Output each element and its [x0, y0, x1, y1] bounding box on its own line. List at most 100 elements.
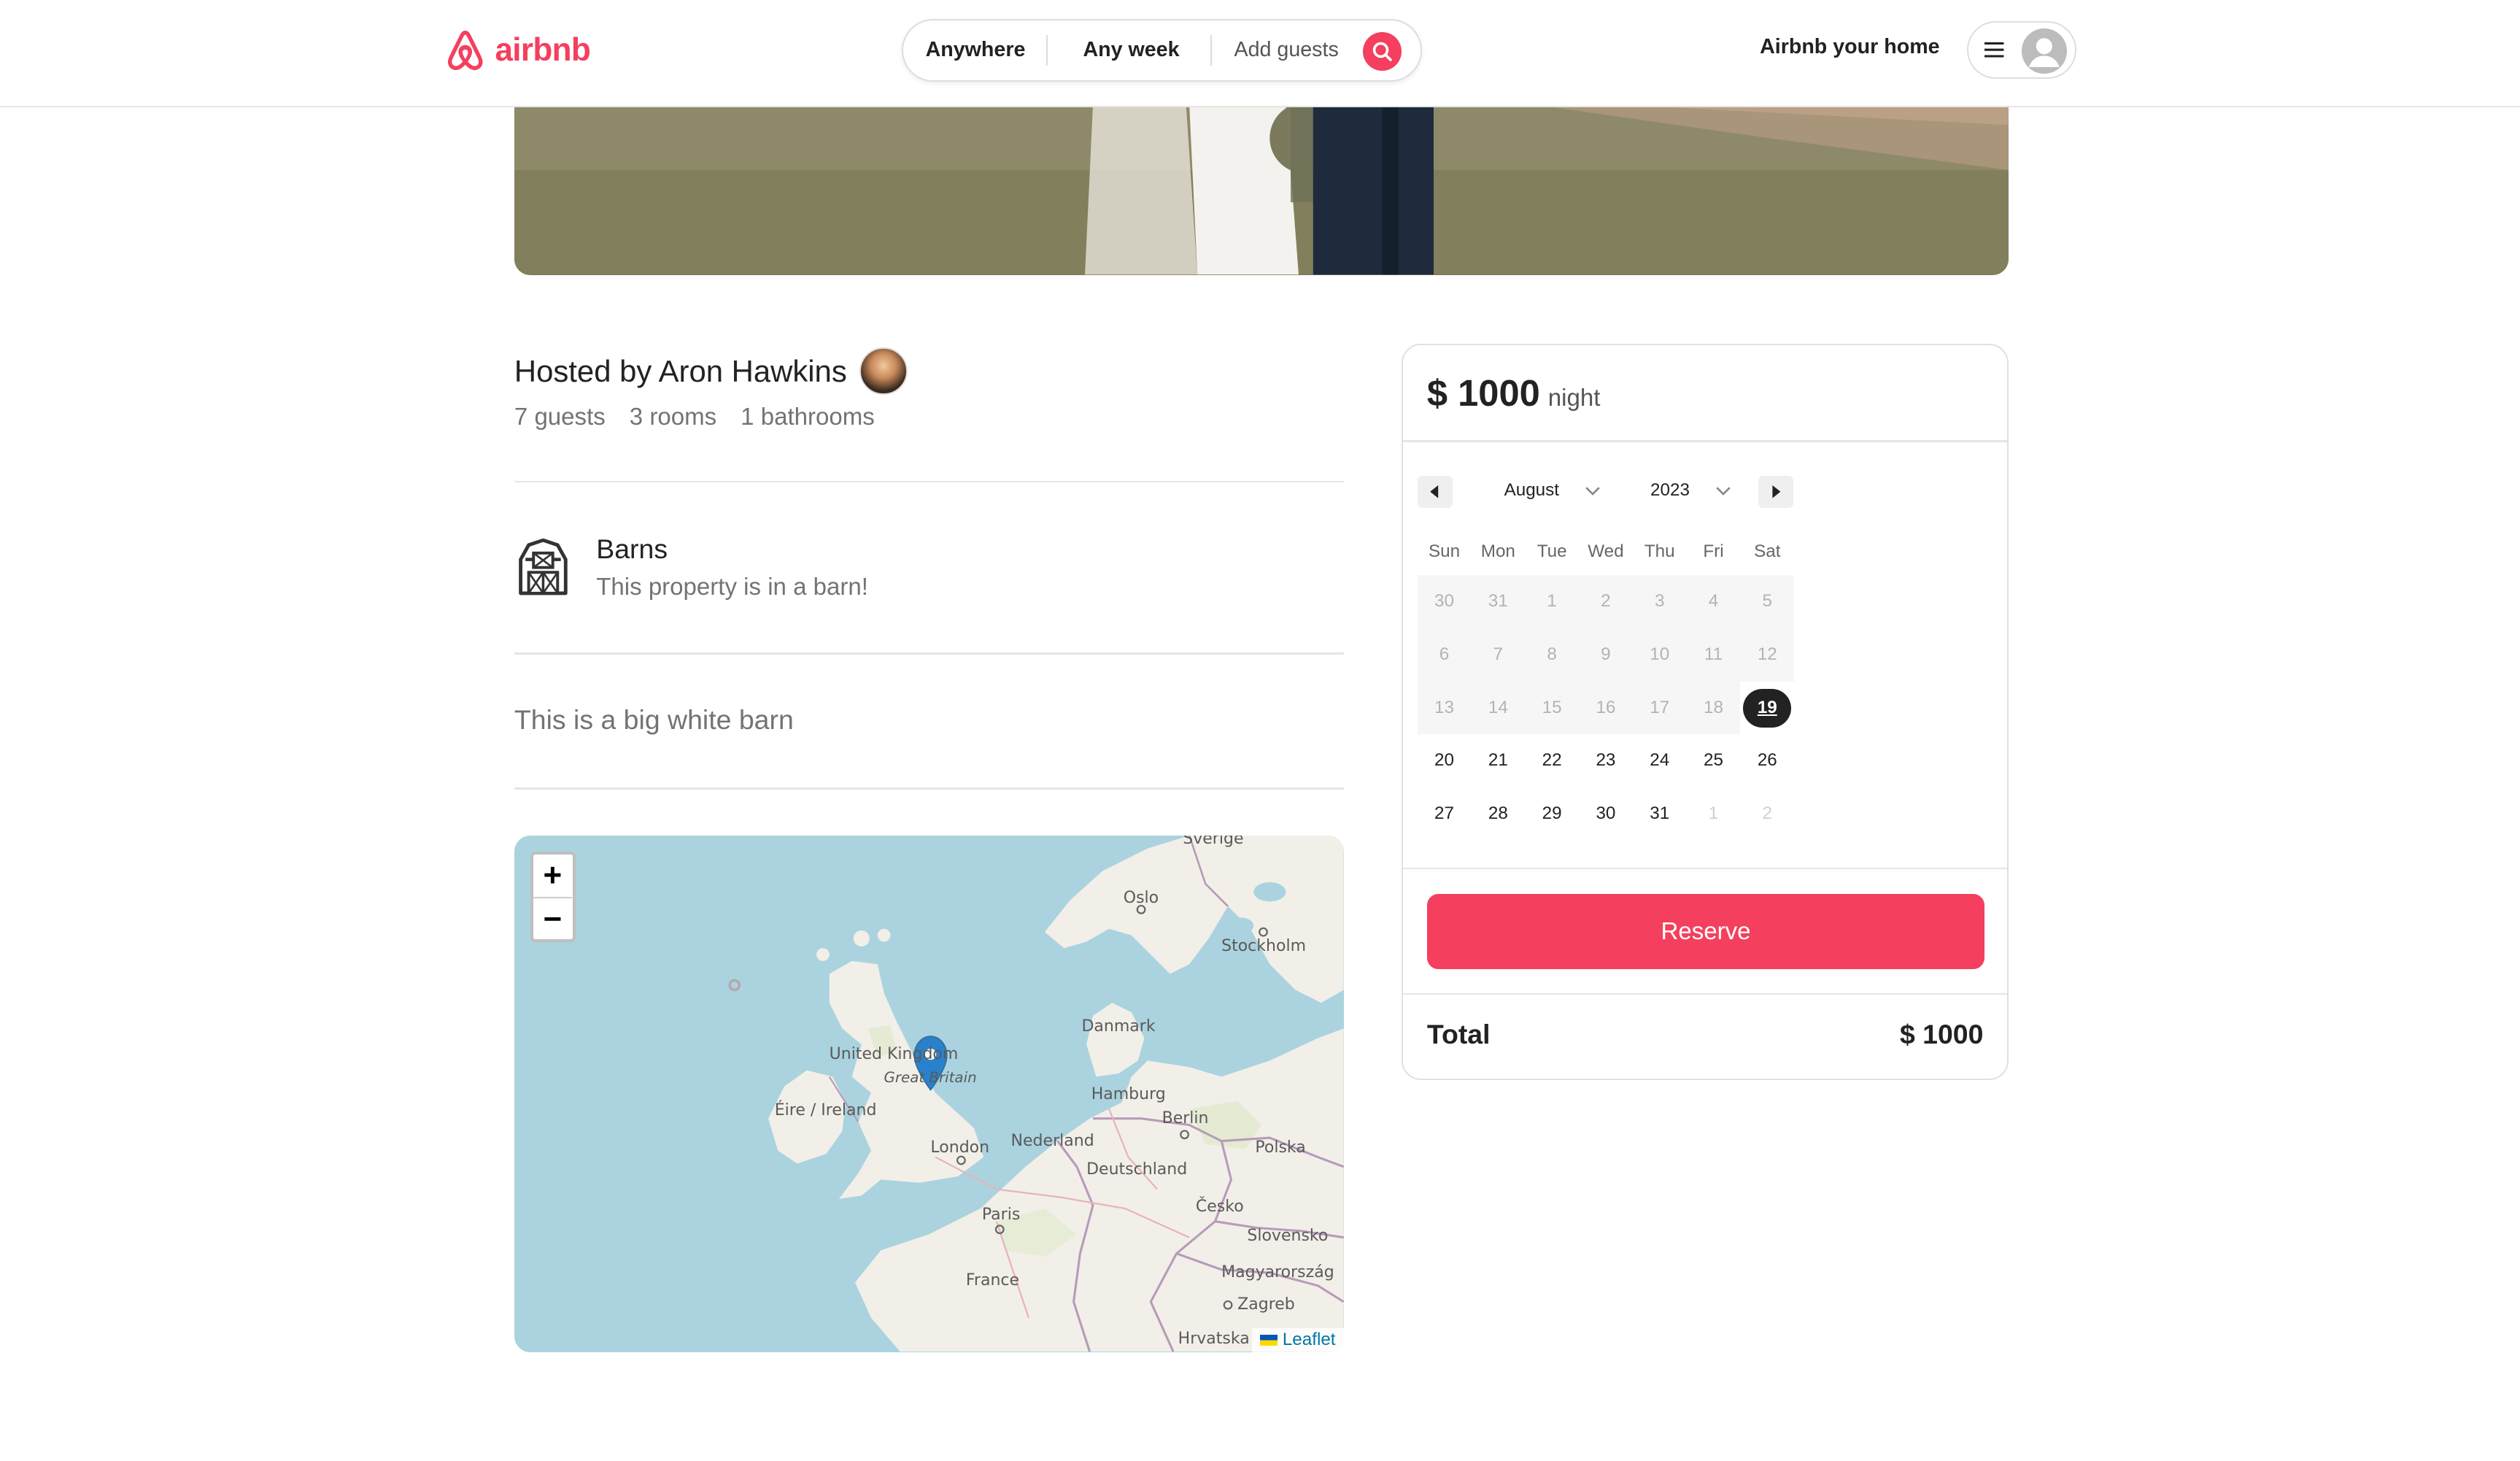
calendar-day[interactable]: 22 — [1525, 734, 1579, 787]
calendar-day: 30 — [1417, 575, 1472, 629]
user-placeholder-icon — [2021, 28, 2067, 74]
year-select[interactable]: 2023 — [1650, 480, 1731, 501]
year-value: 2023 — [1650, 480, 1690, 501]
weekday-sat: Sat — [1754, 541, 1781, 562]
map-label-danmark: Danmark — [1081, 1017, 1156, 1036]
calendar-day: 6 — [1417, 628, 1472, 682]
search-bar[interactable]: Anywhere Any week Add guests — [901, 19, 1423, 82]
listing-hero-image — [514, 106, 2009, 275]
booking-card: $ 1000 night August 2023 Sun Mon Tue Wed… — [1401, 344, 2009, 1081]
map-label-polska: Polska — [1255, 1138, 1306, 1157]
divider — [1402, 993, 2008, 995]
leaflet-link[interactable]: Leaflet — [1283, 1330, 1336, 1350]
calendar-day: 13 — [1417, 681, 1472, 735]
next-month-button[interactable] — [1758, 475, 1794, 508]
rooms-count: 3 rooms — [629, 403, 717, 431]
caret-left-icon — [1430, 485, 1439, 498]
zoom-out-button[interactable]: − — [533, 898, 572, 940]
calendar-day: 7 — [1471, 628, 1526, 682]
prev-month-button[interactable] — [1417, 475, 1453, 508]
nightly-price: $ 1000 — [1426, 371, 1540, 414]
host-avatar — [859, 347, 908, 396]
calendar-day: 2 — [1579, 575, 1633, 629]
chevron-down-icon — [1585, 487, 1600, 496]
calendar-day: 18 — [1686, 681, 1741, 735]
listing-stats: 7 guests 3 rooms 1 bathrooms — [514, 404, 875, 431]
top-navbar: airbnb Anywhere Any week Add guests Airb… — [0, 0, 2520, 108]
calendar-day[interactable]: 25 — [1687, 734, 1741, 787]
weekday-fri: Fri — [1703, 541, 1724, 562]
reserve-button[interactable]: Reserve — [1426, 893, 1985, 970]
calendar-day: 1 — [1525, 575, 1580, 629]
map-label-cesko: Česko — [1195, 1198, 1244, 1217]
search-icon — [1372, 42, 1392, 61]
weekday-mon: Mon — [1480, 541, 1515, 562]
calendar-day[interactable]: 28 — [1471, 787, 1525, 841]
map-label-hamburg: Hamburg — [1091, 1084, 1166, 1103]
weekday-wed: Wed — [1588, 541, 1624, 562]
wedding-photo — [514, 106, 2009, 275]
price-display: $ 1000 night — [1427, 371, 1601, 415]
calendar-day: 8 — [1525, 628, 1580, 682]
airbnb-logo[interactable]: airbnb — [444, 27, 591, 74]
map-label-stockholm: Stockholm — [1221, 937, 1307, 956]
map-attribution: Leaflet — [1252, 1328, 1344, 1352]
map-label-magyarorszag: Magyarország — [1221, 1263, 1334, 1282]
airbnb-your-home-link[interactable]: Airbnb your home — [1760, 35, 1940, 59]
month-value: August — [1504, 480, 1559, 501]
host-section: Hosted by Aron Hawkins — [514, 347, 908, 396]
hamburger-menu-icon — [1984, 42, 2004, 58]
calendar-day[interactable]: 20 — [1418, 734, 1472, 787]
divider — [514, 480, 1344, 482]
chevron-down-icon — [1716, 487, 1731, 496]
user-menu-button[interactable] — [1967, 20, 2076, 79]
calendar-day[interactable]: 30 — [1579, 787, 1633, 841]
map-label-ireland: Éire / Ireland — [774, 1100, 877, 1119]
calendar-day[interactable]: 21 — [1471, 734, 1525, 787]
search-divider — [1210, 35, 1212, 66]
map-tiles — [728, 836, 1344, 1352]
calendar-day[interactable]: 23 — [1579, 734, 1633, 787]
map-label-nederland: Nederland — [1010, 1131, 1094, 1150]
search-divider — [1046, 35, 1048, 66]
airbnb-logo-icon — [447, 31, 483, 71]
zoom-in-button[interactable]: + — [533, 855, 572, 898]
search-button[interactable] — [1362, 31, 1402, 71]
map-zoom-controls: + − — [530, 852, 576, 942]
map-label-hrvatska: Hrvatska — [1178, 1329, 1250, 1348]
calendar-day-selected[interactable]: 19 — [1740, 682, 1794, 735]
anywhere-button[interactable]: Anywhere — [926, 20, 1026, 80]
calendar-day: 3 — [1632, 575, 1687, 629]
calendar-day: 5 — [1740, 575, 1795, 629]
calendar-day[interactable]: 29 — [1525, 787, 1579, 841]
bathrooms-count: 1 bathrooms — [741, 403, 875, 431]
map-label-paris: Paris — [981, 1206, 1021, 1225]
hosted-by-title: Hosted by Aron Hawkins — [514, 353, 847, 388]
barn-icon — [519, 538, 568, 595]
map-label-london: London — [930, 1138, 990, 1157]
map-label-great-britain: Great Britain — [884, 1068, 977, 1086]
guests-count: 7 guests — [514, 403, 606, 431]
divider — [514, 652, 1344, 655]
weekday-sun: Sun — [1428, 541, 1461, 562]
calendar-day[interactable]: 31 — [1633, 787, 1687, 841]
map-label-berlin: Berlin — [1162, 1109, 1209, 1127]
calendar-day[interactable]: 26 — [1740, 734, 1794, 787]
location-map[interactable]: + − Sverige Oslo Stockholm Danmark Unite… — [514, 836, 1344, 1352]
calendar-day[interactable]: 24 — [1633, 734, 1687, 787]
category-label: Barns — [596, 533, 668, 565]
month-select[interactable]: August — [1504, 480, 1601, 501]
calendar-day[interactable]: 27 — [1418, 787, 1472, 841]
calendar-day: 11 — [1686, 628, 1741, 682]
divider — [514, 787, 1344, 790]
listing-description: This is a big white barn — [514, 703, 794, 735]
ukraine-flag-icon — [1260, 1334, 1278, 1346]
divider — [1402, 440, 2008, 442]
calendar-day: 10 — [1632, 628, 1687, 682]
logo-text: airbnb — [495, 32, 591, 69]
calendar-day: 4 — [1686, 575, 1741, 629]
calendar-day: 12 — [1740, 628, 1795, 682]
category-description: This property is in a barn! — [596, 574, 868, 601]
add-guests-button[interactable]: Add guests — [1234, 20, 1339, 80]
any-week-button[interactable]: Any week — [1083, 20, 1179, 80]
